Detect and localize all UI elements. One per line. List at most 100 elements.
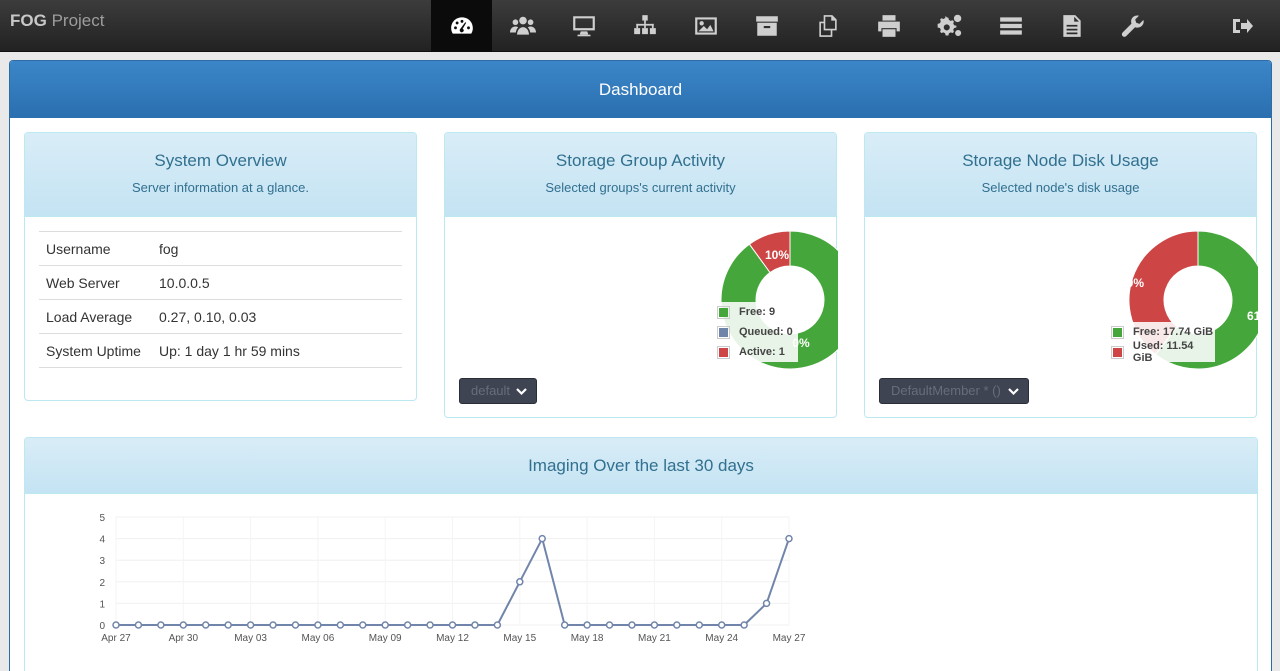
- x-tick-label: May 18: [571, 633, 604, 644]
- storage-node-subtitle: Selected node's disk usage: [981, 180, 1140, 195]
- hosts-icon: [572, 16, 595, 37]
- storage-node-card: Storage Node Disk Usage Selected node's …: [864, 132, 1258, 418]
- data-point[interactable]: [426, 621, 434, 629]
- images-icon: [694, 17, 717, 35]
- brand-logo[interactable]: FOG Project: [10, 11, 104, 31]
- data-point[interactable]: [493, 621, 502, 629]
- logout-button[interactable]: [1222, 0, 1262, 52]
- x-tick-label: May 24: [705, 633, 738, 644]
- brand-rest: Project: [46, 11, 105, 30]
- legend-swatch: [1111, 325, 1124, 339]
- x-tick-label: May 03: [234, 633, 267, 644]
- y-tick-label: 2: [99, 578, 105, 589]
- data-point[interactable]: [157, 621, 165, 629]
- y-tick-label: 1: [99, 599, 105, 610]
- x-tick-label: May 06: [302, 633, 335, 644]
- main-menu: [431, 0, 1163, 52]
- data-point[interactable]: [201, 621, 210, 629]
- info-label: Web Server: [39, 265, 159, 300]
- legend-swatch: [717, 345, 730, 359]
- storage-group-card: Storage Group Activity Selected groups's…: [444, 132, 838, 418]
- imaging-history-title: Imaging Over the last 30 days: [528, 456, 754, 475]
- nav-users-button[interactable]: [492, 0, 553, 52]
- legend-item: Free: 9: [716, 302, 798, 322]
- system-overview-title: System Overview: [154, 151, 287, 170]
- info-row: Web Server 10.0.0.5: [39, 265, 402, 300]
- x-tick-label: May 15: [503, 633, 536, 644]
- data-point[interactable]: [291, 621, 300, 629]
- data-point[interactable]: [628, 621, 636, 629]
- chevron-down-icon: [516, 388, 527, 396]
- nav-hosts-button[interactable]: [553, 0, 614, 52]
- nav-snapins-button[interactable]: [797, 0, 858, 52]
- x-tick-label: May 12: [436, 633, 469, 644]
- data-point[interactable]: [269, 621, 277, 629]
- data-point[interactable]: [314, 621, 322, 629]
- nav-groups-button[interactable]: [614, 0, 675, 52]
- logout-icon: [1233, 19, 1253, 33]
- services-icon: [937, 14, 961, 37]
- nav-tasks-button[interactable]: [980, 0, 1041, 52]
- brand-bold: FOG: [10, 11, 47, 30]
- x-tick-label: Apr 27: [101, 633, 131, 644]
- info-label: System Uptime: [39, 333, 159, 368]
- donut-slice-label: 10%: [765, 248, 789, 262]
- storage-node-select[interactable]: DefaultMember * (): [879, 378, 1029, 404]
- x-tick-label: May 27: [773, 633, 806, 644]
- storage-node-select-value: DefaultMember * (): [891, 383, 1001, 398]
- data-point[interactable]: [695, 621, 704, 629]
- legend-label: Free: 9: [739, 306, 776, 318]
- x-tick-label: May 21: [638, 633, 671, 644]
- info-value: fog: [159, 231, 402, 266]
- info-value: Up: 1 day 1 hr 59 mins: [159, 333, 402, 368]
- data-point[interactable]: [717, 621, 726, 629]
- info-row: Username fog: [39, 231, 402, 266]
- data-point[interactable]: [762, 599, 771, 608]
- legend-swatch: [717, 325, 730, 339]
- info-row: System Uptime Up: 1 day 1 hr 59 mins: [39, 333, 402, 368]
- legend-item: Free: 17.74 GiB: [1110, 322, 1215, 342]
- data-point[interactable]: [583, 621, 591, 629]
- y-tick-label: 0: [99, 621, 105, 632]
- data-point[interactable]: [740, 621, 748, 629]
- legend-swatch: [717, 305, 730, 319]
- legend-label: Free: 17.74 GiB: [1133, 326, 1214, 338]
- nav-configuration-button[interactable]: [1102, 0, 1163, 52]
- nav-services-button[interactable]: [919, 0, 980, 52]
- data-point[interactable]: [605, 621, 614, 629]
- nav-reports-button[interactable]: [1041, 0, 1102, 52]
- nav-storage-button[interactable]: [736, 0, 797, 52]
- data-point[interactable]: [403, 621, 412, 629]
- nav-printers-button[interactable]: [858, 0, 919, 52]
- storage-node-title: Storage Node Disk Usage: [962, 151, 1159, 170]
- data-point[interactable]: [471, 621, 479, 629]
- storage-group-select[interactable]: default: [459, 378, 537, 404]
- data-point[interactable]: [785, 534, 793, 543]
- info-value: 10.0.0.5: [159, 265, 402, 300]
- nav-dashboard-button[interactable]: [431, 0, 492, 52]
- legend-label: Used: 11.54 GiB: [1132, 340, 1194, 364]
- info-label: Username: [39, 231, 159, 266]
- data-point[interactable]: [336, 621, 345, 629]
- data-point[interactable]: [179, 621, 188, 629]
- nav-images-button[interactable]: [675, 0, 736, 52]
- data-point[interactable]: [359, 621, 367, 629]
- data-point[interactable]: [246, 621, 255, 629]
- data-point[interactable]: [673, 621, 681, 629]
- data-point[interactable]: [134, 621, 143, 629]
- data-point[interactable]: [650, 621, 659, 629]
- data-point[interactable]: [538, 534, 546, 543]
- dashboard-title: Dashboard: [10, 61, 1271, 118]
- data-point[interactable]: [381, 621, 389, 629]
- y-tick-label: 5: [99, 513, 105, 524]
- legend-item: Active: 1: [716, 342, 798, 362]
- data-point[interactable]: [560, 621, 569, 629]
- storage-icon: [755, 16, 778, 36]
- info-value: 0.27, 0.10, 0.03: [159, 299, 402, 334]
- data-point[interactable]: [224, 621, 232, 629]
- data-point[interactable]: [448, 621, 457, 629]
- data-point[interactable]: [112, 621, 120, 629]
- data-point[interactable]: [516, 578, 524, 586]
- info-row: Load Average 0.27, 0.10, 0.03: [39, 299, 402, 334]
- snapins-icon: [818, 15, 837, 37]
